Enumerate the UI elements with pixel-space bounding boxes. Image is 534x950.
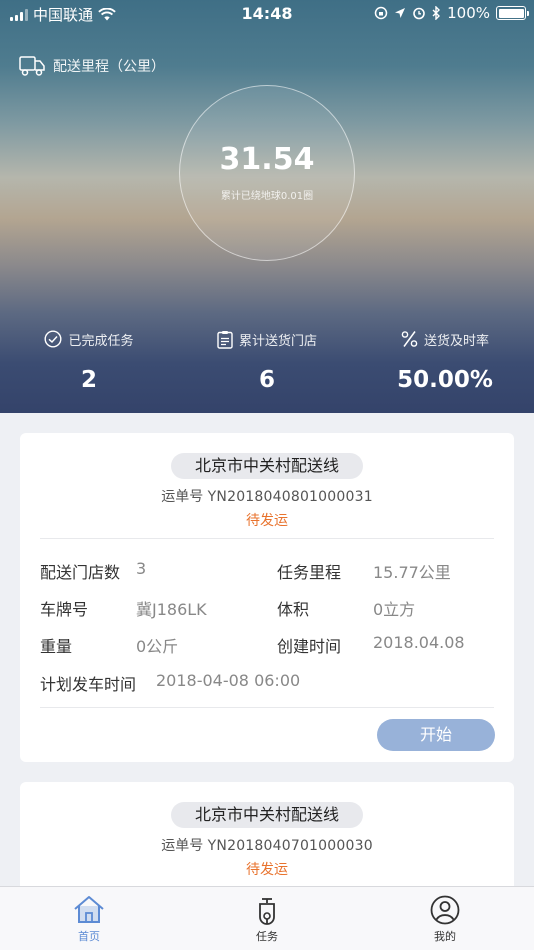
tab-bar: 首页 任务 我的 [0,886,534,950]
battery-percent: 100% [447,4,490,22]
tab-tasks[interactable]: 任务 [178,887,356,950]
stat-stores-delivered: 累计送货门店 6 [178,328,356,393]
bluetooth-icon [432,6,441,20]
waybill-value: YN2018040701000030 [207,838,373,854]
task-card[interactable]: 北京市中关村配送线 运单号 YN2018040801000031 待发运 配送门… [20,433,514,762]
route-name: 北京市中关村配送线 [171,453,363,479]
mileage-label: 配送里程（公里） [19,55,165,77]
rotation-lock-icon [374,6,388,20]
stat-label: 累计送货门店 [238,333,317,349]
waybill-number: 运单号 YN2018040701000030 [20,835,514,855]
field-task-mileage: 任务里程 15.77公里 [277,559,507,583]
field-value: 0立方 [373,600,416,619]
tab-label: 任务 [256,930,278,943]
tab-label: 我的 [434,930,456,943]
tab-home[interactable]: 首页 [0,887,178,950]
status-badge: 待发运 [246,513,288,529]
percent-icon [401,331,418,347]
scooter-icon [259,898,275,925]
start-button[interactable]: 开始 [377,719,495,751]
field-planned-departure: 计划发车时间 2018-04-08 06:00 [40,671,500,695]
field-plate: 车牌号 冀J186LK [40,596,270,620]
user-icon [430,895,460,925]
mileage-subtitle: 累计已绕地球0.01圈 [220,191,314,202]
field-value: 15.77公里 [373,563,451,582]
check-circle-icon [44,330,62,348]
stat-label: 已完成任务 [68,333,134,349]
field-label: 车牌号 [40,600,89,619]
waybill-value: YN2018040801000031 [207,489,373,505]
field-value: 2018.04.08 [373,633,465,652]
status-badge: 待发运 [246,862,288,878]
field-volume: 体积 0立方 [277,596,507,620]
field-label: 体积 [277,600,310,619]
field-label: 创建时间 [277,637,342,656]
mileage-label-text: 配送里程（公里） [53,59,165,75]
field-label: 配送门店数 [40,563,121,582]
divider [40,707,494,708]
hero-header: 中国联通 14:48 100% 配送里程（公里） 31.54 累计已绕地球0.0… [0,0,534,413]
stat-completed-tasks: 已完成任务 2 [0,328,178,393]
stat-value: 6 [258,367,275,393]
clipboard-icon [217,330,233,349]
field-value: 冀J186LK [136,600,207,619]
field-value: 3 [136,559,147,578]
field-created-time: 创建时间 2018.04.08 [277,633,507,657]
tab-profile[interactable]: 我的 [356,887,534,950]
field-label: 计划发车时间 [40,675,137,694]
mileage-value: 31.54 [219,142,315,177]
field-weight: 重量 0公斤 [40,633,270,657]
alarm-icon [413,7,425,20]
stat-on-time-rate: 送货及时率 50.00% [356,328,534,393]
stat-value: 50.00% [397,367,493,393]
field-label: 任务里程 [277,563,342,582]
divider [40,538,494,539]
truck-icon [19,56,45,76]
tab-label: 首页 [78,930,100,943]
waybill-label: 运单号 [161,838,204,854]
mileage-circle: 31.54 累计已绕地球0.01圈 [179,85,355,261]
field-store-count: 配送门店数 3 [40,559,270,583]
location-icon [395,8,406,18]
stat-value: 2 [80,367,97,393]
home-icon [74,896,104,923]
battery-icon [496,6,529,20]
waybill-label: 运单号 [161,489,204,505]
field-value: 2018-04-08 06:00 [156,671,301,690]
field-value: 0公斤 [136,637,179,656]
waybill-number: 运单号 YN2018040801000031 [20,486,514,506]
field-label: 重量 [40,637,73,656]
status-bar: 中国联通 14:48 100% [0,0,534,28]
stat-label: 送货及时率 [423,333,489,349]
route-name: 北京市中关村配送线 [171,802,363,828]
